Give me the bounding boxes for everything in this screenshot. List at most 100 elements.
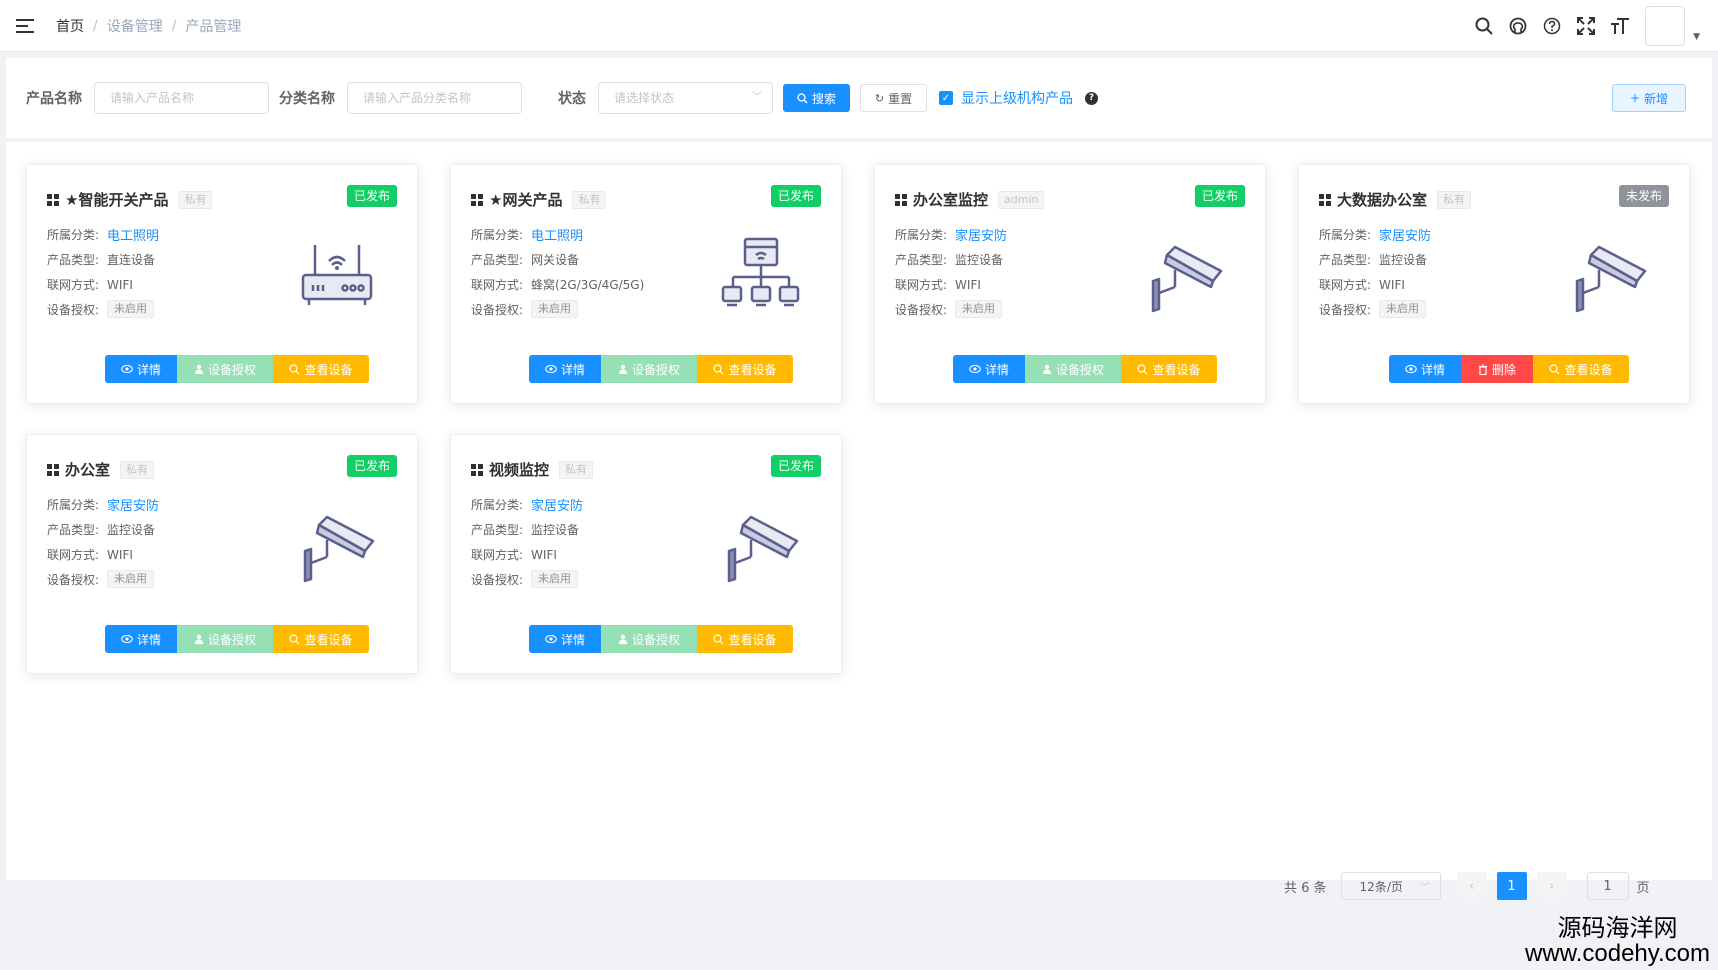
category-value[interactable]: 电工照明 (107, 225, 159, 244)
detail-button-label: 详情 (136, 362, 161, 377)
pagination-total: 共 6 条 (1284, 880, 1327, 896)
detail-button-label: 详情 (984, 362, 1009, 377)
breadcrumb-product-management: 产品管理 (185, 18, 242, 35)
github-icon[interactable] (1501, 0, 1535, 52)
type-value: 监控设备 (1379, 253, 1428, 267)
view-devices-button[interactable]: 查看设备 (273, 625, 369, 653)
device-auth-button-label: 设备授权 (631, 362, 680, 377)
device-auth-button-label: 设备授权 (631, 632, 680, 647)
category-label: 所属分类: (471, 228, 524, 242)
product-title: 办公室 (65, 461, 111, 479)
network-row: 联网方式: WIFI (47, 276, 133, 293)
view-devices-button[interactable]: 查看设备 (697, 625, 793, 653)
card-title: ★智能开关产品 私有 (47, 189, 213, 210)
category-value[interactable]: 家居安防 (107, 495, 159, 514)
prev-page-button[interactable]: ‹ (1456, 872, 1487, 900)
category-row: 所属分类: 电工照明 (471, 225, 583, 244)
category-name-input[interactable]: 请输入产品分类名称 (347, 82, 522, 114)
category-label: 所属分类: (471, 498, 524, 512)
detail-button[interactable]: 详情 (953, 355, 1025, 383)
auth-row: 设备授权: 未启用 (471, 570, 579, 588)
detail-button[interactable]: 详情 (529, 355, 601, 383)
device-auth-button[interactable]: 设备授权 (601, 355, 697, 383)
auth-label: 设备授权: (47, 572, 100, 587)
fullscreen-icon[interactable] (1569, 0, 1603, 52)
network-value: WIFI (107, 277, 133, 292)
view-devices-button[interactable]: 查看设备 (1121, 355, 1217, 383)
user-icon (618, 364, 627, 374)
detail-button[interactable]: 详情 (105, 625, 177, 653)
product-name-input[interactable]: 请输入产品名称 (94, 82, 269, 114)
grid-icon (47, 463, 59, 476)
grid-icon (47, 193, 59, 206)
next-page-button[interactable]: › (1536, 872, 1567, 900)
auth-value: 未启用 (1379, 300, 1427, 318)
status-label: 状态 (558, 91, 586, 107)
font-size-icon[interactable] (1603, 0, 1637, 52)
camera-icon (1569, 235, 1649, 315)
category-row: 所属分类: 电工照明 (47, 225, 159, 244)
owner-tag: 私有 (1437, 190, 1472, 209)
network-value: WIFI (107, 547, 133, 562)
status-select[interactable]: 请选择状态 ﹀ (598, 82, 773, 114)
delete-button-label: 删除 (1491, 362, 1516, 377)
card-actions: 详情 设备授权 查看设备 (953, 355, 1217, 383)
device-auth-button[interactable]: 设备授权 (601, 625, 697, 653)
grid-icon (471, 463, 483, 476)
search-icon[interactable] (1467, 0, 1501, 52)
device-auth-button[interactable]: 设备授权 (177, 625, 273, 653)
category-value[interactable]: 家居安防 (1379, 225, 1431, 244)
category-value[interactable]: 电工照明 (531, 225, 583, 244)
show-parent-label[interactable]: 显示上级机构产品 (961, 88, 1073, 108)
question-icon[interactable]: ? (1085, 91, 1098, 105)
chevron-down-icon: ﹀ (752, 92, 762, 103)
product-list: ★智能开关产品 私有 已发布 所属分类: 电工照明 产品类型: 直连设备 联网方式:… (6, 142, 1712, 900)
device-auth-button[interactable]: 设备授权 (1025, 355, 1121, 383)
hamburger-menu-icon[interactable] (16, 18, 34, 34)
product-card: 视频监控 私有 已发布 所属分类: 家居安防 产品类型: 监控设备 联网方式: WIF… (450, 434, 842, 674)
status-badge: 已发布 (346, 185, 397, 207)
view-devices-button[interactable]: 查看设备 (273, 355, 369, 383)
device-auth-button-label: 设备授权 (1055, 362, 1104, 377)
type-label: 产品类型: (471, 523, 524, 537)
add-button[interactable]: + 新增 (1612, 84, 1686, 112)
page-number-current[interactable]: 1 (1496, 872, 1527, 900)
search-form: 产品名称 请输入产品名称 分类名称 请输入产品分类名称 状态 请选择状态 ﹀ 搜… (6, 58, 1712, 138)
auth-row: 设备授权: 未启用 (1319, 300, 1427, 318)
auth-label: 设备授权: (1319, 302, 1372, 317)
auth-label: 设备授权: (471, 572, 524, 587)
type-value: 直连设备 (107, 253, 156, 267)
category-value[interactable]: 家居安防 (531, 495, 583, 514)
type-row: 产品类型: 监控设备 (1319, 251, 1427, 268)
camera-icon (297, 505, 377, 585)
card-title: 大数据办公室 私有 (1319, 189, 1472, 210)
device-auth-button[interactable]: 设备授权 (177, 355, 273, 383)
page-jump-input[interactable]: 1 (1586, 872, 1629, 900)
detail-button[interactable]: 详情 (1389, 355, 1461, 383)
add-button-label: 新增 (1644, 91, 1669, 106)
search-icon (1137, 363, 1148, 374)
eye-icon (545, 634, 557, 644)
show-parent-checkbox[interactable]: ✓ (939, 91, 953, 105)
search-button[interactable]: 搜索 (783, 84, 850, 112)
page-size-select[interactable]: 12条/页 ﹀ (1340, 872, 1441, 900)
reset-button[interactable]: ↻ 重置 (860, 84, 927, 112)
status-badge: 已发布 (770, 185, 821, 207)
delete-button[interactable]: 删除 (1461, 355, 1533, 383)
help-icon[interactable] (1535, 0, 1569, 52)
navbar: 首页 / 设备管理 / 产品管理 ▼ (0, 0, 1718, 52)
navbar-right-menu: ▼ (1467, 0, 1700, 52)
view-devices-button[interactable]: 查看设备 (1533, 355, 1629, 383)
caret-down-icon[interactable]: ▼ (1693, 32, 1700, 42)
watermark-line2: www.codehy.com (1525, 940, 1710, 967)
type-label: 产品类型: (1319, 253, 1372, 267)
type-value: 监控设备 (531, 523, 580, 537)
detail-button[interactable]: 详情 (529, 625, 601, 653)
category-value[interactable]: 家居安防 (955, 225, 1007, 244)
view-devices-button[interactable]: 查看设备 (697, 355, 793, 383)
card-title: ★网关产品 私有 (471, 189, 607, 210)
breadcrumb-home[interactable]: 首页 (56, 16, 84, 36)
detail-button[interactable]: 详情 (105, 355, 177, 383)
avatar[interactable] (1645, 6, 1686, 46)
network-label: 联网方式: (895, 278, 948, 292)
